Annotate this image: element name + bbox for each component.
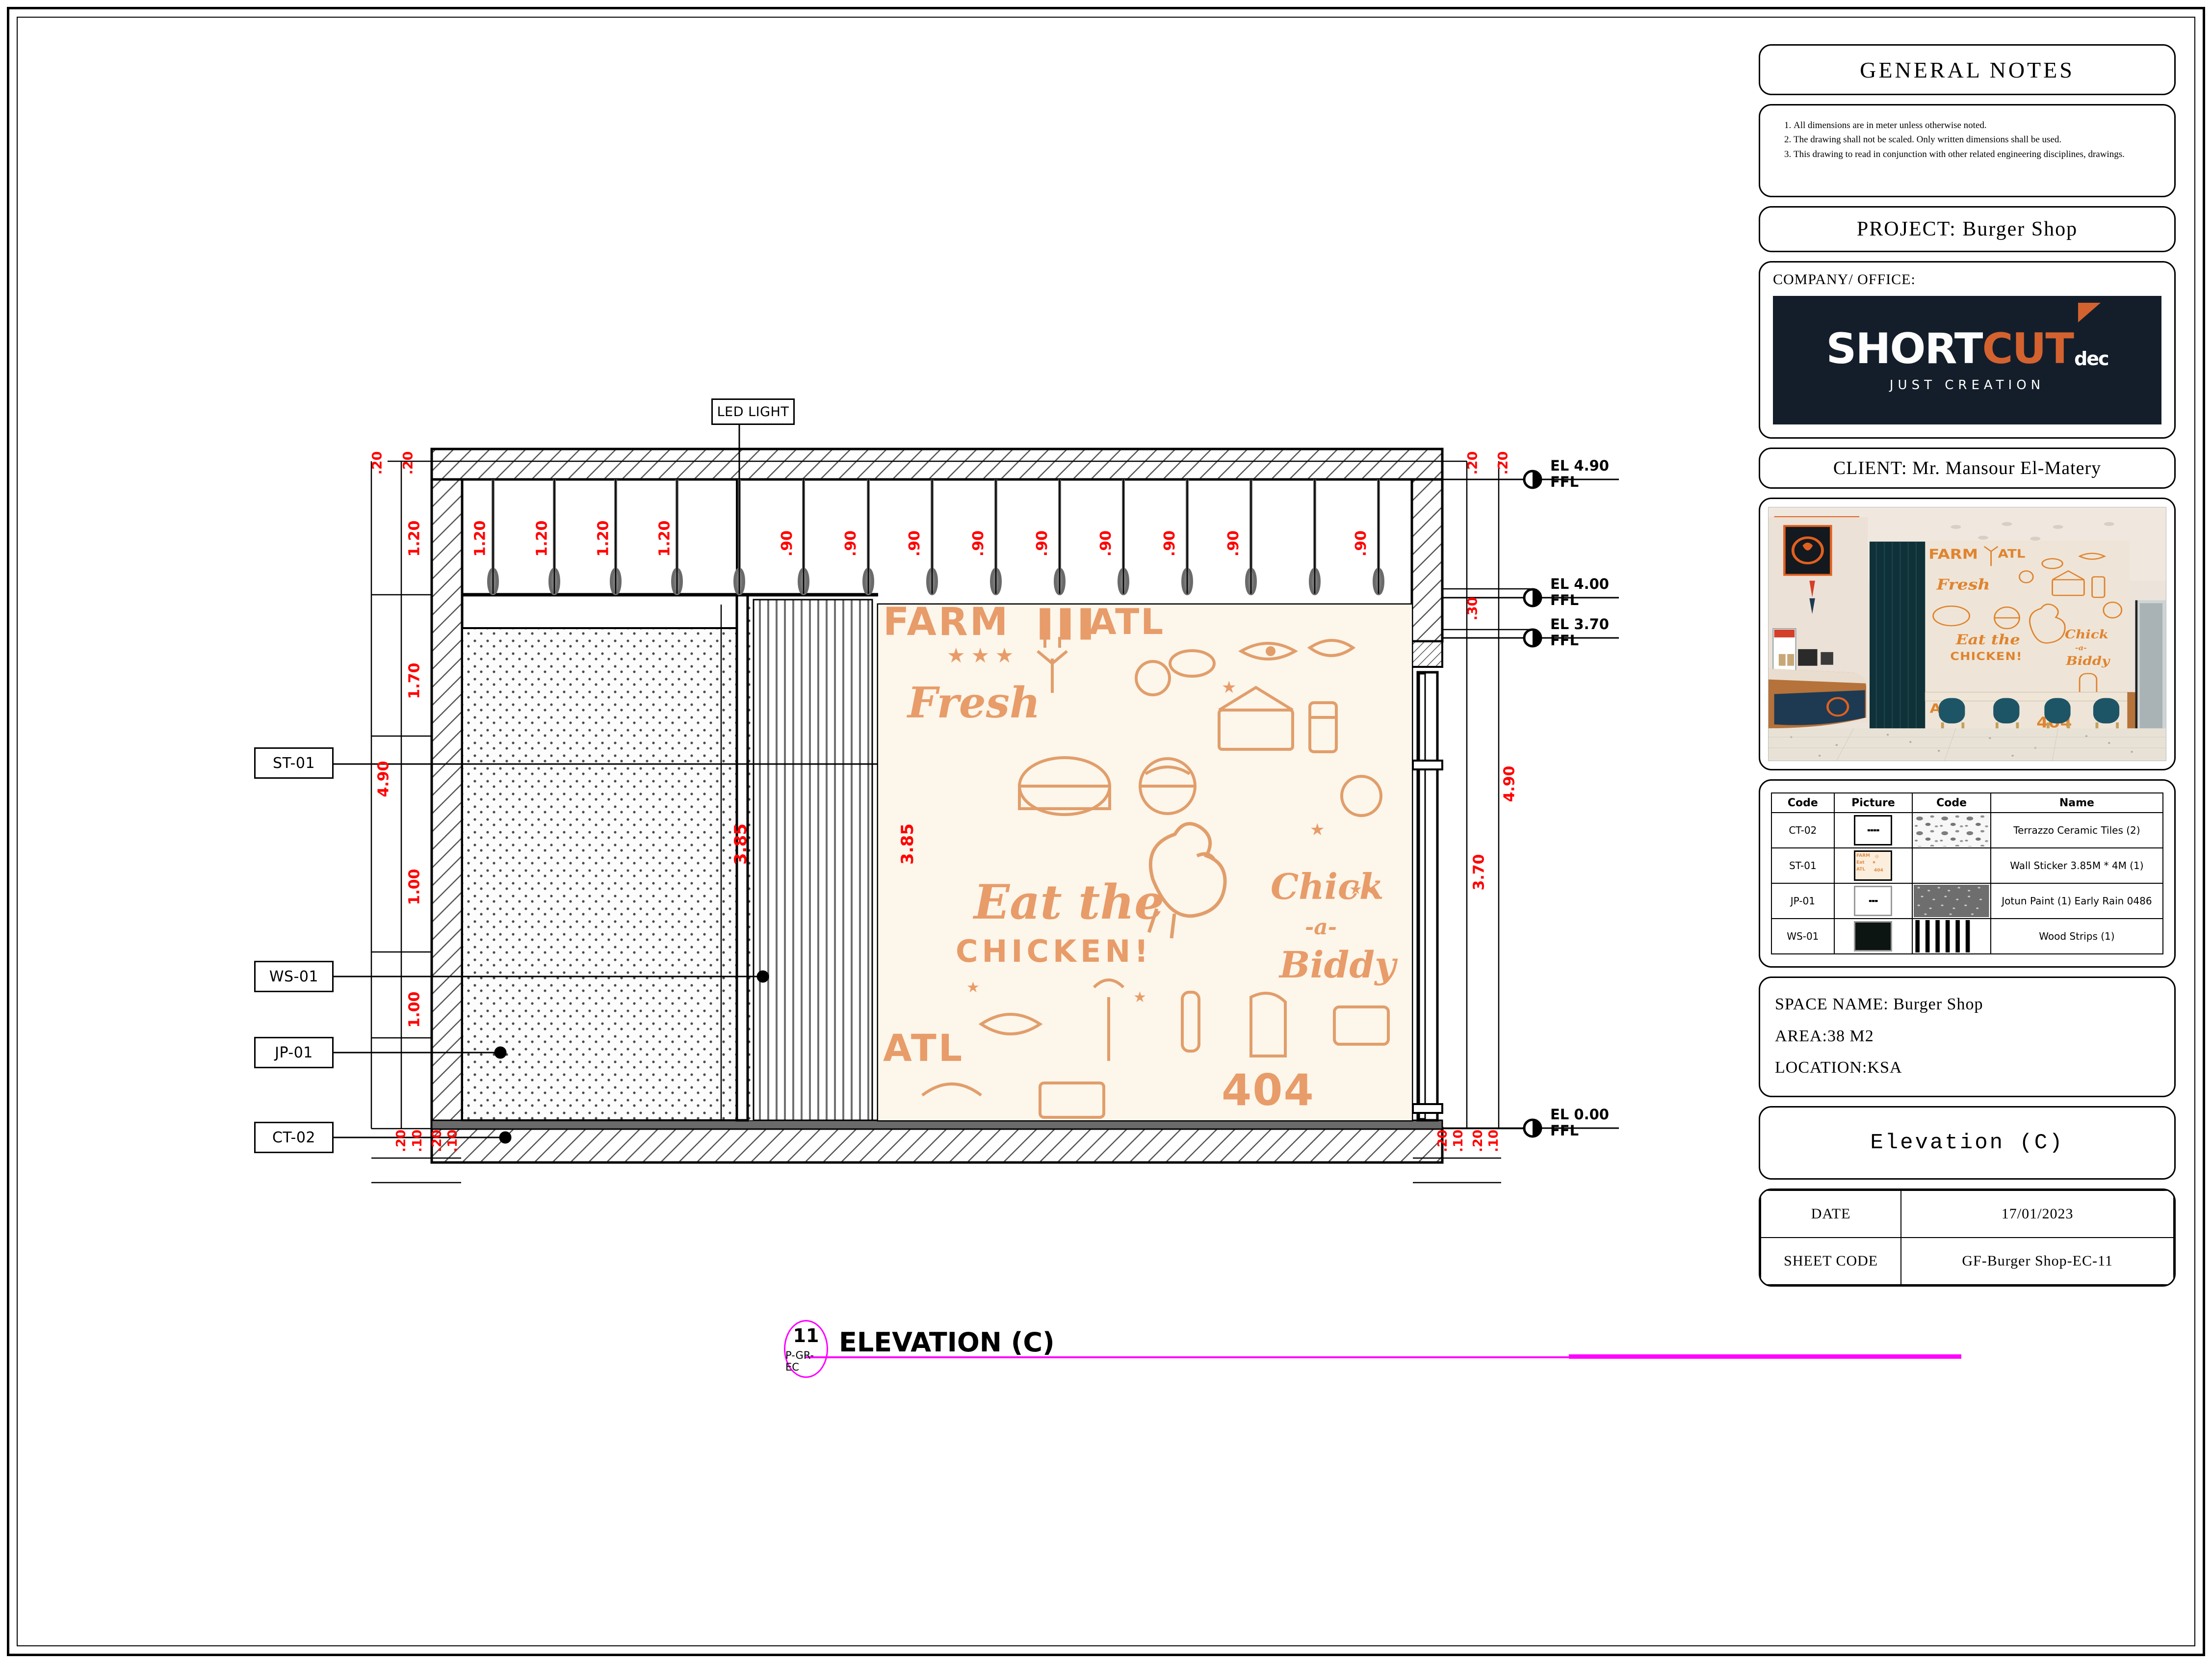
svg-text:-a-: -a-: [2075, 644, 2087, 652]
general-notes-header: GENERAL NOTES: [1759, 44, 2176, 95]
material-code: CT-02: [1771, 812, 1835, 848]
date-row: DATE 17/01/2023: [1760, 1189, 2174, 1238]
company-field: COMPANY/ OFFICE: SHORT CU Tdec JUST CREATI…: [1759, 261, 2176, 439]
svg-text:FARM: FARM: [1928, 547, 1978, 562]
svg-text:ATL: ATL: [1856, 867, 1865, 872]
svg-text:Eat: Eat: [1856, 860, 1865, 865]
svg-text:Chick: Chick: [2065, 628, 2108, 642]
note-item: All dimensions are in meter unless other…: [1794, 118, 2160, 132]
material-picture: [1833, 918, 1913, 954]
header-name: Name: [1990, 792, 2164, 813]
svg-text:ATL: ATL: [1998, 547, 2025, 561]
header-code: Code: [1771, 792, 1835, 813]
sheet-code-value: GF-Burger Shop-EC-11: [1900, 1237, 2174, 1285]
material-code: ST-01: [1771, 847, 1835, 884]
project-field: PROJECT: Burger Shop: [1759, 206, 2176, 252]
note-item: The drawing shall not be scaled. Only wr…: [1794, 132, 2160, 147]
table-row: WS-01 Wood Strips (1): [1771, 918, 2164, 954]
header-code-2: Code: [1912, 792, 1991, 813]
logo-wordmark: SHORT CU Tdec: [1826, 324, 2109, 373]
material-name: Terrazzo Ceramic Tiles (2): [1990, 812, 2164, 848]
material-swatch: [1912, 883, 1991, 919]
project-label: PROJECT: Burger Shop: [1856, 218, 2078, 240]
title-block: GENERAL NOTES All dimensions are in mete…: [1759, 44, 2176, 1614]
company-label: COMPANY/ OFFICE:: [1773, 271, 1916, 288]
sheet-elevation-name: Elevation (C): [1759, 1106, 2176, 1180]
project-render-photo: FARM ATL Fresh Eat the CHICKEN! Chick -a…: [1759, 498, 2176, 770]
svg-text:FARM: FARM: [1856, 853, 1870, 858]
svg-text:Eat the: Eat the: [1955, 632, 2020, 648]
sheet-code-row: SHEET CODE GF-Burger Shop-EC-11: [1760, 1237, 2174, 1285]
table-row: CT-02 ▬▬▬▬ Terrazzo Ceramic Tiles (2): [1771, 812, 2164, 848]
date-value: 17/01/2023: [1900, 1189, 2174, 1238]
space-name: SPACE NAME: Burger Shop: [1775, 995, 1983, 1013]
space-location: LOCATION:KSA: [1775, 1058, 1902, 1077]
interior-render-image: FARM ATL Fresh Eat the CHICKEN! Chick -a…: [1768, 507, 2166, 761]
logo-part-dec: dec: [2074, 348, 2109, 370]
material-picture: ▬▬▬▬: [1833, 812, 1913, 848]
client-field: CLIENT: Mr. Mansour El-Matery: [1759, 448, 2176, 489]
elevation-name-label: Elevation (C): [1870, 1130, 2064, 1155]
material-picture: FARM Eat ★ ATL 404 ◎: [1833, 847, 1913, 884]
material-picture: ▬▬▬: [1833, 883, 1913, 919]
date-sheetcode-block: DATE 17/01/2023 SHEET CODE GF-Burger Sho…: [1759, 1188, 2176, 1287]
header-picture: Picture: [1833, 792, 1913, 813]
general-notes-title: GENERAL NOTES: [1860, 57, 2075, 82]
material-name: Wall Sticker 3.85M * 4M (1): [1990, 847, 2164, 884]
material-code: JP-01: [1771, 883, 1835, 919]
material-swatch: [1912, 847, 1991, 884]
svg-text:◎: ◎: [1875, 854, 1879, 859]
logo-part-short: SHORT: [1826, 324, 1983, 373]
logo-swoosh-icon: [2078, 303, 2101, 322]
company-logo: SHORT CU Tdec JUST CREATION: [1773, 296, 2161, 424]
material-swatch: [1912, 812, 1991, 848]
logo-part-t: T: [2045, 324, 2074, 373]
materials-legend: Code Picture Code Name CT-02 ▬▬▬▬ Terraz…: [1759, 779, 2176, 968]
table-row: ST-01 FARM Eat ★ ATL 404 ◎ Wall Sticker …: [1771, 847, 2164, 884]
material-name: Wood Strips (1): [1990, 918, 2164, 954]
note-item: This drawing to read in conjunction with…: [1794, 147, 2160, 161]
materials-table: Code Picture Code Name CT-02 ▬▬▬▬ Terraz…: [1771, 792, 2164, 954]
sheet-code-label: SHEET CODE: [1760, 1237, 1902, 1285]
client-label: CLIENT: Mr. Mansour El-Matery: [1833, 458, 2102, 478]
logo-part-cu: CU: [1982, 324, 2046, 373]
date-label: DATE: [1760, 1189, 1902, 1238]
space-info: SPACE NAME: Burger Shop AREA:38 M2 LOCAT…: [1759, 977, 2176, 1097]
logo-tagline: JUST CREATION: [1889, 378, 2045, 393]
material-code: WS-01: [1771, 918, 1835, 954]
general-notes-body: All dimensions are in meter unless other…: [1759, 104, 2176, 197]
svg-text:Biddy: Biddy: [2065, 655, 2110, 668]
svg-text:★: ★: [1872, 860, 1876, 865]
svg-text:CHICKEN!: CHICKEN!: [1950, 650, 2022, 662]
svg-text:Fresh: Fresh: [1936, 576, 1990, 593]
svg-text:404: 404: [1874, 868, 1883, 873]
table-header-row: Code Picture Code Name: [1771, 792, 2164, 813]
table-row: JP-01 ▬▬▬ Jotun Paint (1) Early Rain 048…: [1771, 883, 2164, 919]
space-area: AREA:38 M2: [1775, 1027, 1874, 1045]
material-swatch: [1912, 918, 1991, 954]
material-name: Jotun Paint (1) Early Rain 0486: [1990, 883, 2164, 919]
